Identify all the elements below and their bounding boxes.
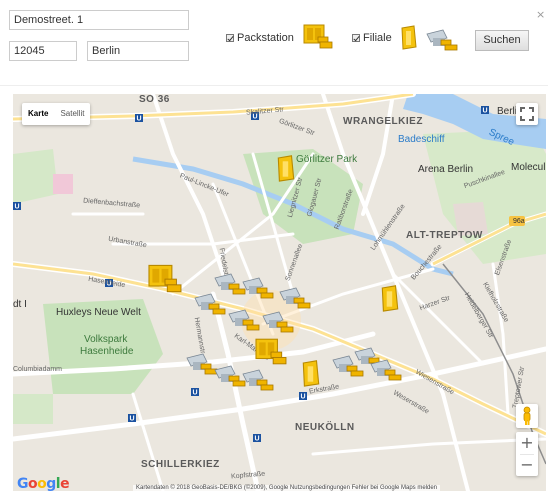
map-type-karte[interactable]: Karte <box>22 103 54 125</box>
fullscreen-button[interactable] <box>516 103 538 125</box>
shop-marker[interactable] <box>241 366 277 392</box>
packstation-marker[interactable] <box>145 262 185 294</box>
filiale-marker[interactable] <box>379 284 401 314</box>
label-so36: SO 36 <box>139 94 170 105</box>
packstation-checkbox[interactable]: Packstation <box>226 32 294 44</box>
shop-marker[interactable] <box>369 356 405 382</box>
street-view-pegman[interactable] <box>516 404 538 428</box>
label-schillerkiez: SCHILLERKIEZ <box>141 459 220 470</box>
pegman-icon <box>523 406 531 425</box>
packstation-finder: × Packstation Filiale Suchen <box>0 0 548 492</box>
checkbox-checked-icon[interactable] <box>226 34 234 42</box>
label-dt: dt I <box>13 299 27 310</box>
svg-text:U: U <box>15 204 20 211</box>
fullscreen-icon <box>520 107 534 121</box>
svg-text:U: U <box>193 390 198 397</box>
label-arena-berlin: Arena Berlin <box>418 164 474 175</box>
map-view[interactable]: U U U U U U U U U SO 36 WRANGELKIEZ Görl… <box>13 94 546 491</box>
close-icon[interactable]: × <box>536 9 546 20</box>
filiale-marker[interactable] <box>300 359 322 389</box>
filiale-marker[interactable] <box>275 154 297 184</box>
city-input[interactable] <box>87 41 189 61</box>
packstation-label: Packstation <box>237 32 294 44</box>
shop-marker[interactable] <box>227 306 263 332</box>
label-neukoelln: NEUKÖLLN <box>295 422 355 433</box>
packstation-legend-icon <box>303 24 333 49</box>
shop-marker[interactable] <box>241 274 277 300</box>
filiale-checkbox[interactable]: Filiale <box>352 32 392 44</box>
map-type-control: Karte Satellit <box>22 103 91 125</box>
svg-text:U: U <box>255 436 260 443</box>
google-logo[interactable]: Google <box>17 476 70 491</box>
search-button[interactable]: Suchen <box>475 30 529 51</box>
map-copyright[interactable]: Kartendaten © 2018 GeoBasis-DE/BKG (©200… <box>133 485 441 491</box>
label-b96a: 96a <box>513 218 525 225</box>
packstation-marker[interactable] <box>253 336 289 366</box>
svg-text:U: U <box>137 116 142 123</box>
label-wrangelkiez: WRANGELKIEZ <box>343 116 423 127</box>
zip-input[interactable] <box>9 41 77 61</box>
shop-marker[interactable] <box>261 308 297 334</box>
street-input[interactable] <box>9 10 189 30</box>
divider <box>0 85 548 86</box>
label-molecul: Molecul <box>511 162 546 173</box>
svg-text:U: U <box>130 416 135 423</box>
svg-text:U: U <box>483 108 488 115</box>
label-volkspark: Volkspark <box>84 334 128 345</box>
treptower-park-area <box>423 129 546 264</box>
label-hasenheide: Hasenheide <box>80 346 134 357</box>
shop-marker[interactable] <box>278 284 314 310</box>
label-alt-treptow: ALT-TREPTOW <box>406 230 483 241</box>
map-type-satellit[interactable]: Satellit <box>54 103 90 125</box>
label-huxleys: Huxleys Neue Welt <box>56 307 141 318</box>
filiale-yellow-icon <box>401 25 417 50</box>
svg-text:U: U <box>301 394 306 401</box>
zoom-out-button[interactable]: − <box>516 454 538 476</box>
zoom-in-button[interactable]: + <box>516 432 538 454</box>
label-badeschiff: Badeschiff <box>398 134 445 145</box>
label-goerlitzer-park: Görlitzer Park <box>296 154 358 165</box>
label-columbia: Columbiadamm <box>13 366 63 373</box>
shop-marker[interactable] <box>193 290 229 316</box>
zoom-control: + − <box>516 432 538 476</box>
filiale-shop-icon <box>426 29 458 51</box>
filiale-label: Filiale <box>363 32 392 44</box>
checkbox-checked-icon[interactable] <box>352 34 360 42</box>
zoom-divider <box>520 454 534 455</box>
